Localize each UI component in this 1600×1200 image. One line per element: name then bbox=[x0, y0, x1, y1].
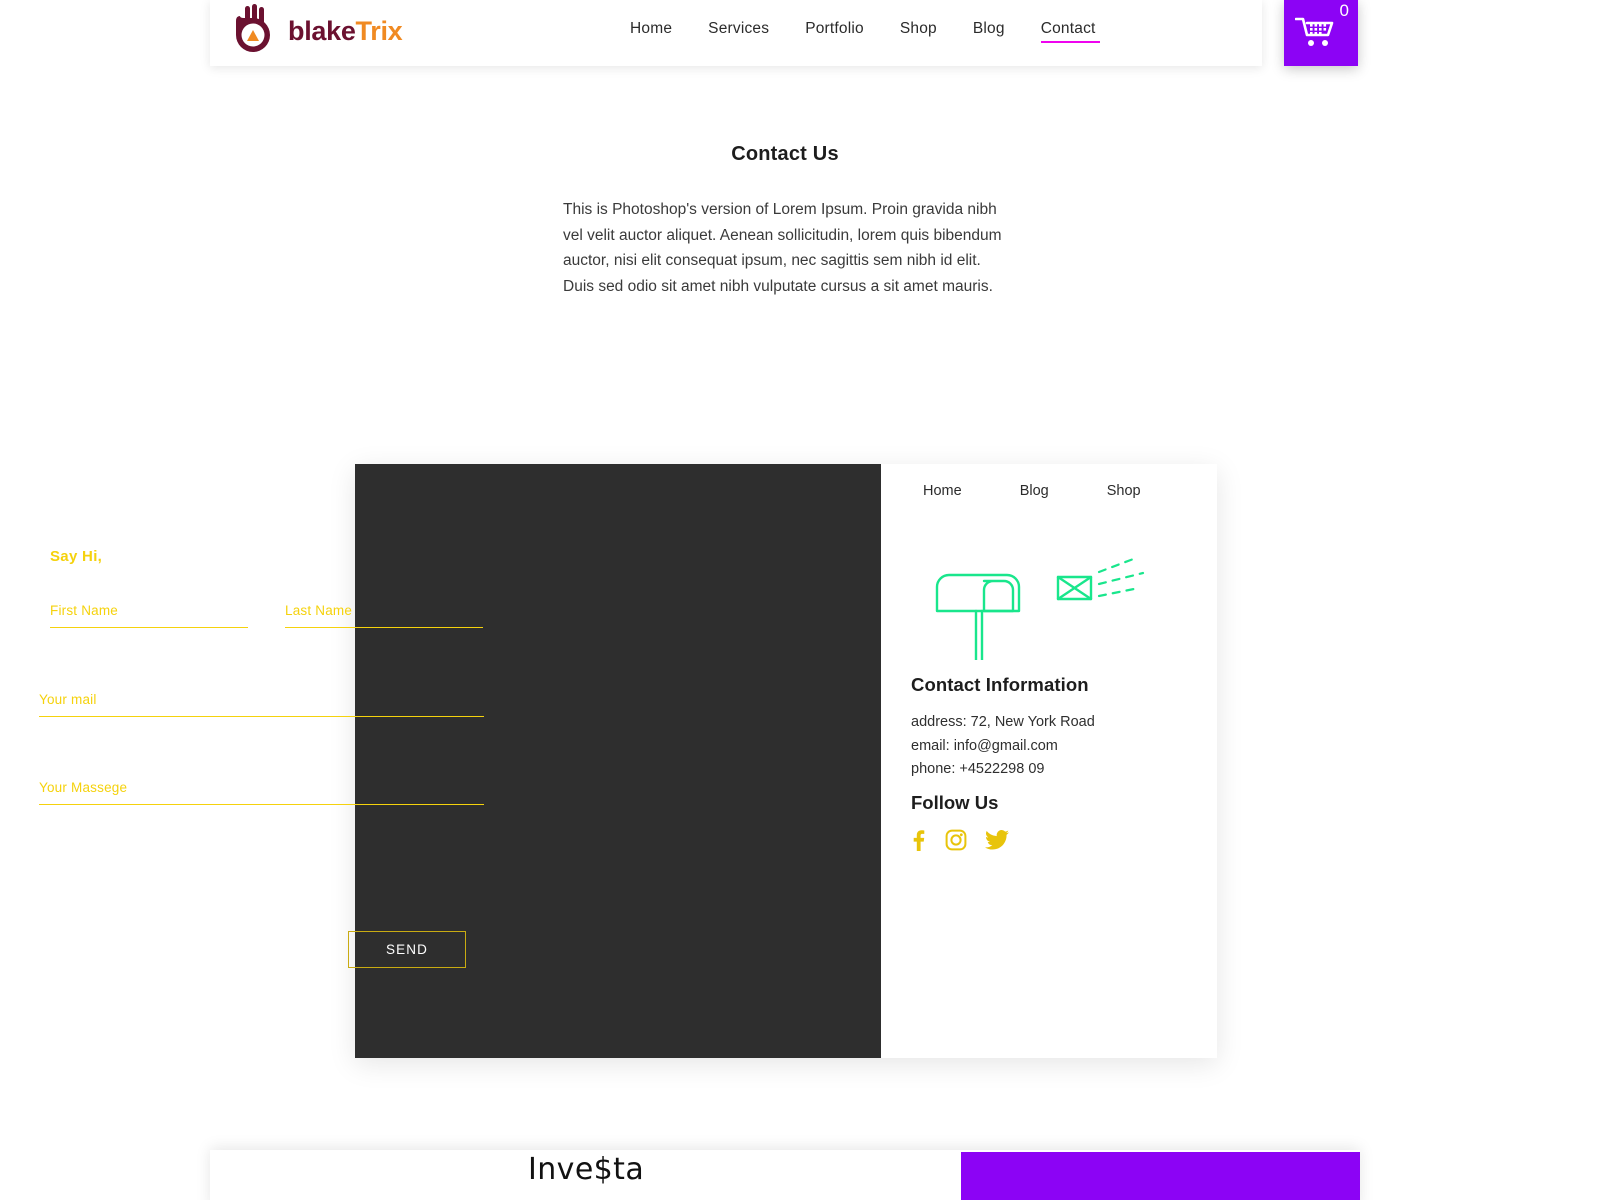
shopping-cart-icon bbox=[1295, 17, 1334, 46]
mailbox-with-envelope-icon bbox=[935, 556, 1145, 660]
nav-item-blog[interactable]: Blog bbox=[973, 20, 1005, 43]
form-heading: Say Hi, bbox=[50, 548, 103, 565]
follow-us-heading: Follow Us bbox=[911, 792, 999, 813]
contact-form-panel bbox=[355, 464, 881, 1058]
send-button[interactable]: SEND bbox=[348, 931, 466, 968]
page-root: blakeTrix Home Services Portfolio Shop B… bbox=[0, 0, 1600, 1200]
cart-button[interactable]: 0 bbox=[1284, 0, 1358, 66]
email-label: Your mail bbox=[39, 692, 97, 707]
hand-b-logo-icon bbox=[236, 4, 270, 52]
info-nav-item-shop[interactable]: Shop bbox=[1107, 483, 1141, 499]
nav-item-services[interactable]: Services bbox=[708, 20, 769, 43]
cart-count-badge: 0 bbox=[1339, 1, 1349, 20]
nav-item-home[interactable]: Home bbox=[630, 20, 672, 43]
intro-paragraph: This is Photoshop's version of Lorem Ips… bbox=[563, 201, 1002, 295]
contact-address: address: 72, New York Road bbox=[911, 714, 1095, 730]
contact-card: Home Blog Shop Contact Information addre… bbox=[355, 464, 1217, 1058]
contact-email: email: info@gmail.com bbox=[911, 737, 1058, 754]
first-name-field[interactable]: First Name bbox=[50, 603, 248, 628]
logo-text: blakeTrix bbox=[288, 15, 403, 46]
page-title: Contact Us bbox=[731, 143, 839, 165]
info-panel-nav: Home Blog Shop bbox=[923, 483, 1141, 499]
bottom-brand-text: Inve$ta bbox=[528, 1152, 645, 1187]
nav-item-portfolio[interactable]: Portfolio bbox=[805, 20, 864, 43]
last-name-label: Last Name bbox=[285, 603, 353, 618]
twitter-icon[interactable] bbox=[985, 830, 1009, 850]
contact-info-panel: Home Blog Shop Contact Information addre… bbox=[881, 464, 1217, 1058]
facebook-icon[interactable] bbox=[909, 829, 927, 851]
email-field[interactable]: Your mail bbox=[39, 692, 484, 717]
last-name-field[interactable]: Last Name bbox=[285, 603, 483, 628]
instagram-icon[interactable] bbox=[945, 829, 967, 851]
site-header: blakeTrix Home Services Portfolio Shop B… bbox=[210, 0, 1262, 66]
nav-item-contact[interactable]: Contact bbox=[1040, 20, 1100, 43]
logo-text-secondary: Trix bbox=[355, 15, 403, 46]
contact-information-heading: Contact Information bbox=[911, 674, 1089, 695]
message-label: Your Massege bbox=[39, 780, 128, 795]
nav-item-shop[interactable]: Shop bbox=[900, 20, 937, 43]
logo[interactable]: blakeTrix bbox=[232, 4, 403, 58]
info-nav-item-home[interactable]: Home bbox=[923, 483, 962, 499]
main-nav: Home Services Portfolio Shop Blog Contac… bbox=[630, 20, 1100, 43]
bottom-purple-banner bbox=[961, 1152, 1360, 1200]
message-field[interactable]: Your Massege bbox=[39, 780, 484, 805]
contact-phone: phone: +4522298 09 bbox=[911, 761, 1045, 777]
social-links bbox=[909, 829, 1009, 851]
contact-information-lines: address: 72, New York Road email: info@g… bbox=[911, 711, 1095, 782]
info-nav-item-blog[interactable]: Blog bbox=[1020, 483, 1049, 499]
first-name-label: First Name bbox=[50, 603, 119, 618]
logo-text-primary: blake bbox=[288, 15, 356, 46]
